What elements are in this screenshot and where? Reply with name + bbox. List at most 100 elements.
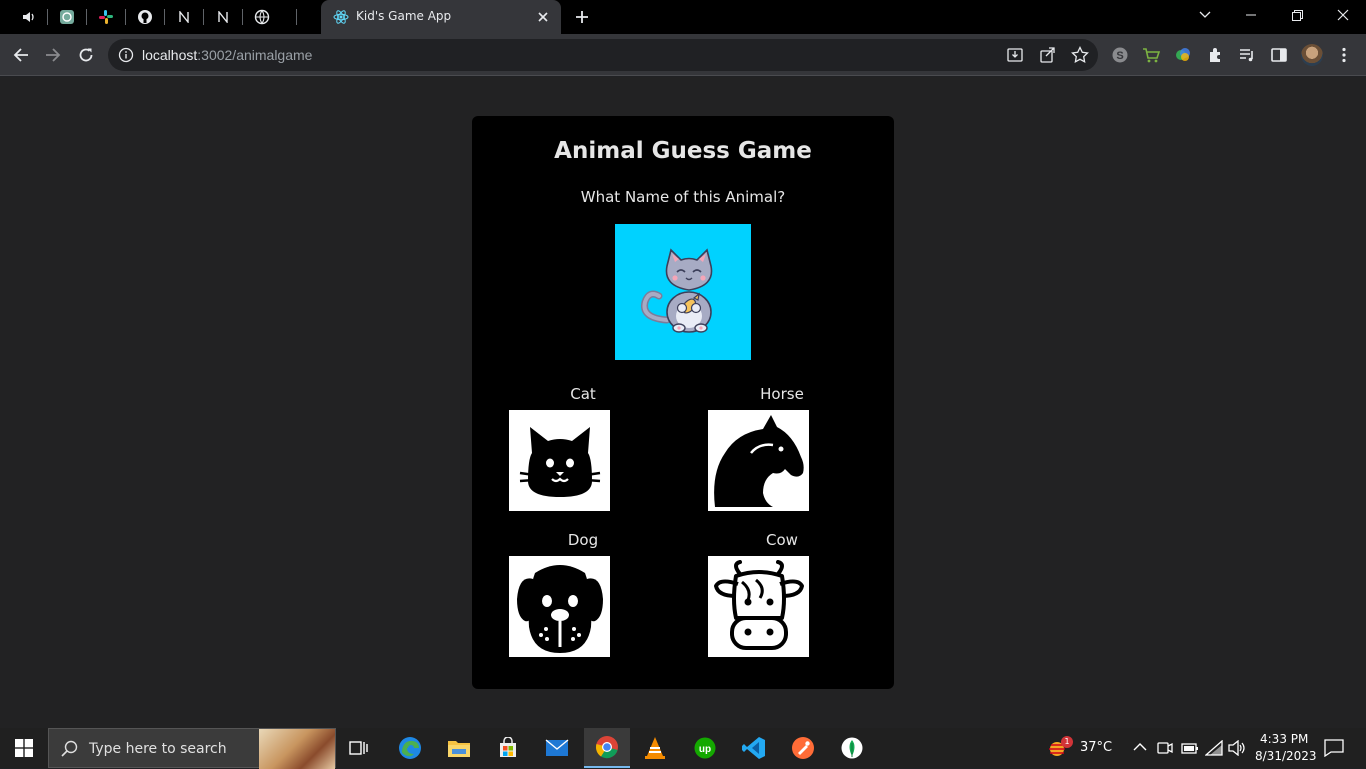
windows-taskbar: Type here to search up 1 37°C 4:33 PM 8/… — [0, 728, 1366, 769]
profile-avatar[interactable] — [1301, 44, 1323, 66]
menu-kebab-icon[interactable] — [1335, 46, 1353, 64]
info-icon[interactable] — [118, 47, 134, 63]
weather-badge: 1 — [1061, 736, 1073, 748]
share-icon[interactable] — [1039, 46, 1057, 64]
option-horse-button[interactable] — [708, 410, 809, 511]
taskbar-vscode[interactable] — [731, 728, 777, 768]
pinned-tab-slack[interactable] — [87, 0, 125, 34]
postman-icon — [792, 737, 814, 759]
taskbar-edge[interactable] — [387, 728, 433, 768]
vscode-icon — [742, 737, 765, 759]
weather-temperature[interactable]: 37°C — [1080, 740, 1112, 755]
active-tab[interactable]: Kid's Game App — [321, 0, 561, 34]
tab-strip: Kid's Game App — [0, 0, 1366, 34]
back-button[interactable] — [8, 42, 34, 68]
pinned-tab-next-2[interactable] — [204, 0, 242, 34]
option-dog-button[interactable] — [509, 556, 610, 657]
edge-icon — [399, 737, 421, 759]
clock-date[interactable]: 8/31/2023 — [1255, 749, 1317, 763]
upwork-icon: up — [694, 737, 716, 759]
side-panel-icon[interactable] — [1270, 46, 1288, 64]
url-host: localhost — [142, 47, 198, 63]
page-title: Animal Guess Game — [554, 138, 812, 164]
taskbar-chrome[interactable] — [584, 728, 630, 768]
taskbar-mail[interactable] — [534, 728, 580, 768]
cart-extension-icon[interactable] — [1142, 46, 1160, 64]
bookmark-star-icon[interactable] — [1071, 46, 1089, 64]
volume-icon[interactable] — [1228, 740, 1246, 756]
clock-time[interactable]: 4:33 PM — [1260, 732, 1308, 746]
github-icon — [138, 10, 152, 24]
close-tab-icon[interactable] — [535, 9, 551, 25]
reload-button[interactable] — [73, 42, 99, 68]
plus-icon — [576, 11, 588, 23]
taskbar-vlc[interactable] — [632, 728, 678, 768]
horse-head-icon — [713, 414, 804, 507]
pinned-tab-github[interactable] — [126, 0, 164, 34]
taskbar-upwork[interactable]: up — [682, 728, 728, 768]
address-bar[interactable]: localhost:3002/animalgame — [108, 39, 1098, 71]
arrow-left-icon — [13, 48, 28, 62]
search-placeholder: Type here to search — [89, 741, 227, 757]
extensions-puzzle-icon[interactable] — [1207, 46, 1225, 64]
minimize-button[interactable] — [1228, 0, 1274, 30]
mongodb-leaf-icon — [841, 737, 863, 759]
taskbar-postman[interactable] — [780, 728, 826, 768]
color-extension-icon[interactable] — [1174, 46, 1192, 64]
cat-face-icon — [519, 426, 600, 497]
arrow-right-icon — [46, 48, 61, 62]
game-card: Animal Guess Game What Name of this Anim… — [472, 116, 894, 689]
svg-text:S: S — [1116, 50, 1123, 62]
restore-icon — [1291, 9, 1303, 21]
taskbar-mongodb-compass[interactable] — [829, 728, 875, 768]
close-icon — [1337, 9, 1349, 21]
option-label-cat: Cat — [570, 385, 596, 403]
speaker-icon — [23, 12, 34, 22]
forward-button[interactable] — [40, 42, 66, 68]
restore-button[interactable] — [1274, 0, 1320, 30]
folder-icon — [448, 741, 470, 757]
option-cat-button[interactable] — [509, 410, 610, 511]
search-icon — [61, 740, 78, 757]
battery-icon[interactable] — [1181, 741, 1199, 755]
close-window-button[interactable] — [1320, 0, 1366, 30]
taskbar-microsoft-store[interactable] — [485, 728, 531, 768]
chatgpt-icon — [60, 10, 74, 24]
n-logo-icon — [218, 11, 228, 23]
pinned-tab-next-1[interactable] — [165, 0, 203, 34]
taskbar-file-explorer[interactable] — [436, 728, 482, 768]
pinned-tab-globe[interactable] — [243, 0, 281, 34]
pinned-tab-audio[interactable] — [10, 0, 48, 34]
install-app-icon[interactable] — [1006, 46, 1024, 64]
start-button[interactable] — [0, 728, 48, 768]
n-logo-icon — [179, 11, 189, 23]
chrome-icon — [595, 736, 618, 759]
browser-toolbar: localhost:3002/animalgame S — [0, 34, 1366, 76]
page-viewport: Animal Guess Game What Name of this Anim… — [0, 77, 1366, 728]
skype-extension-icon[interactable]: S — [1111, 46, 1129, 64]
meet-now-icon[interactable] — [1157, 739, 1173, 757]
wifi-icon[interactable] — [1205, 740, 1223, 756]
option-label-cow: Cow — [766, 531, 798, 549]
pinned-tab-chatgpt[interactable] — [48, 0, 86, 34]
tab-title: Kid's Game App — [356, 9, 452, 23]
cat-cartoon-illustration — [640, 248, 713, 333]
chevron-up-icon[interactable] — [1133, 742, 1147, 752]
cow-face-icon — [713, 559, 804, 650]
minimize-icon — [1246, 14, 1256, 16]
media-queue-icon[interactable] — [1238, 46, 1256, 64]
taskbar-search-input[interactable]: Type here to search — [48, 728, 336, 769]
url-path: :3002/animalgame — [197, 47, 313, 63]
option-label-dog: Dog — [567, 531, 599, 549]
notifications-icon[interactable] — [1324, 739, 1344, 757]
reload-icon — [79, 48, 93, 62]
option-cow-button[interactable] — [708, 556, 809, 657]
task-view-button[interactable] — [336, 728, 382, 768]
search-highlight-image — [259, 729, 335, 769]
windows-logo-icon — [15, 739, 33, 757]
cat-cartoon-with-fish-image — [615, 224, 751, 360]
mail-icon — [545, 739, 569, 756]
tab-search-button[interactable] — [1182, 0, 1228, 30]
new-tab-button[interactable] — [570, 6, 594, 28]
dog-face-icon — [516, 564, 603, 653]
